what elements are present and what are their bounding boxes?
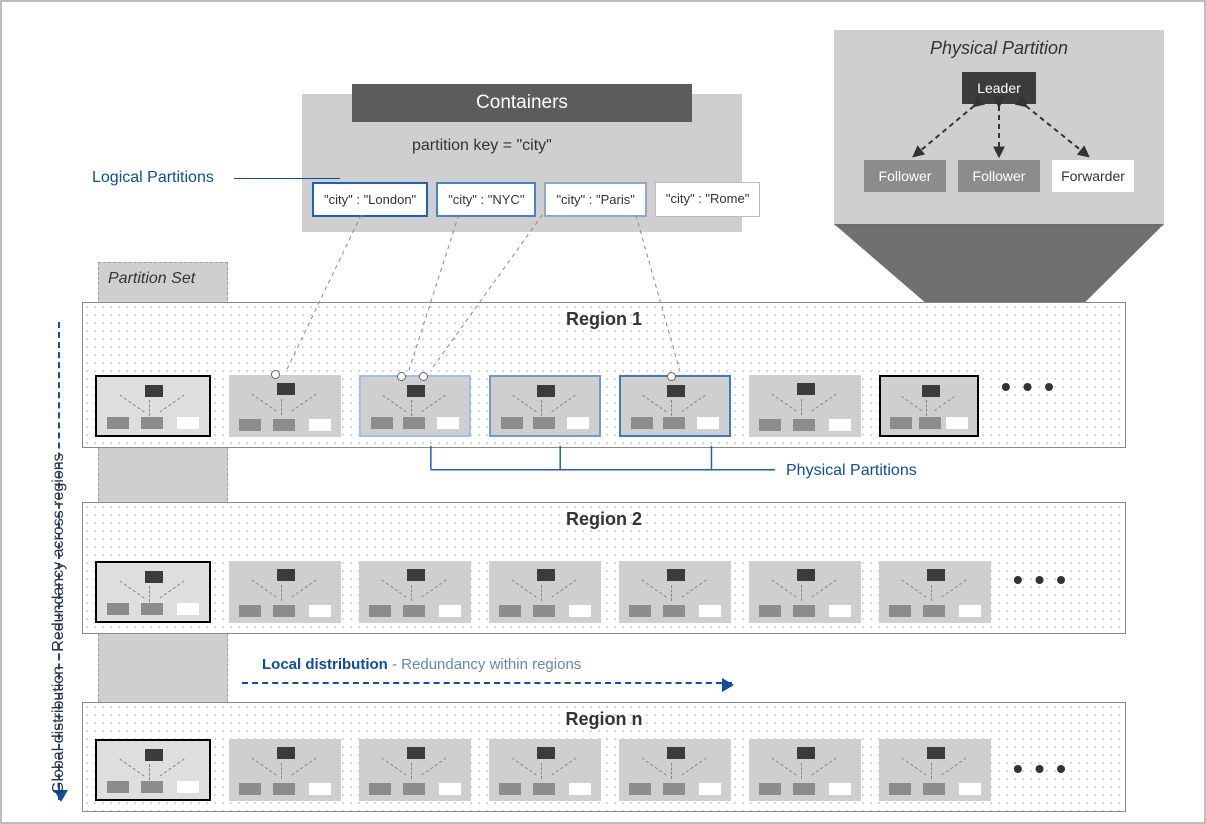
physical-partition-r2-6 bbox=[749, 561, 861, 623]
region-2: Region 2 • • • bbox=[82, 502, 1126, 634]
physical-partition-title: Physical Partition bbox=[834, 38, 1164, 59]
global-distribution-label: Global distribution - Redundancy across … bbox=[50, 453, 68, 794]
containers-header: Containers bbox=[352, 84, 692, 122]
physical-partition-r2-3 bbox=[359, 561, 471, 623]
physical-partition-r1-4 bbox=[489, 375, 601, 437]
physical-partition-r1-6 bbox=[749, 375, 861, 437]
forwarder-node: Forwarder bbox=[1052, 160, 1134, 192]
global-distribution-strong: Global distribution bbox=[50, 666, 67, 794]
physical-partition-r2-5 bbox=[619, 561, 731, 623]
partition-set-member-rn bbox=[95, 739, 211, 801]
physical-partitions-label: Physical Partitions bbox=[786, 462, 917, 480]
logical-partitions-label: Logical Partitions bbox=[92, 169, 214, 187]
physical-partition-callout: Physical Partition Leader Follower Follo… bbox=[834, 30, 1164, 226]
logical-partition-row: "city" : "London" "city" : "NYC" "city" … bbox=[312, 182, 760, 217]
physical-partition-rn-6 bbox=[749, 739, 861, 801]
physical-partition-rn-2 bbox=[229, 739, 341, 801]
partition-set-label: Partition Set bbox=[108, 270, 195, 288]
physical-partition-rn-5 bbox=[619, 739, 731, 801]
physical-partition-rn-7 bbox=[879, 739, 991, 801]
follower-node-2: Follower bbox=[958, 160, 1040, 192]
local-distribution-strong: Local distribution bbox=[262, 656, 388, 673]
city-london: "city" : "London" bbox=[312, 182, 428, 217]
physical-partition-rn-4 bbox=[489, 739, 601, 801]
local-distribution-label: Local distribution - Redundancy within r… bbox=[262, 656, 581, 673]
physical-partition-r1-3 bbox=[359, 375, 471, 437]
region-1: Region 1 • • • bbox=[82, 302, 1126, 448]
more-partitions-rn: • • • bbox=[1013, 753, 1068, 785]
leader-node: Leader bbox=[962, 72, 1036, 104]
physical-partition-r1-2 bbox=[229, 375, 341, 437]
physical-partition-rn-3 bbox=[359, 739, 471, 801]
follower-node-1: Follower bbox=[864, 160, 946, 192]
region-n: Region n • • • bbox=[82, 702, 1126, 812]
region-2-title: Region 2 bbox=[83, 509, 1125, 530]
partition-key-text: partition key = "city" bbox=[412, 137, 552, 155]
logical-partitions-leader-line bbox=[234, 178, 340, 179]
physical-partition-r2-2 bbox=[229, 561, 341, 623]
city-rome: "city" : "Rome" bbox=[655, 182, 760, 217]
region-n-title: Region n bbox=[83, 709, 1125, 730]
local-distribution-sub: - Redundancy within regions bbox=[388, 656, 581, 673]
diagram-frame: Containers partition key = "city" "city"… bbox=[0, 0, 1206, 824]
local-distribution-arrow bbox=[242, 682, 732, 684]
region-1-title: Region 1 bbox=[83, 309, 1125, 330]
physical-partition-r1-7-zoomed bbox=[879, 375, 979, 437]
physical-partition-arrows bbox=[834, 30, 1164, 226]
physical-partition-r2-4 bbox=[489, 561, 601, 623]
global-distribution-sub: - Redundancy across regions bbox=[50, 453, 67, 666]
physical-partition-r1-5 bbox=[619, 375, 731, 437]
city-nyc: "city" : "NYC" bbox=[436, 182, 536, 217]
partition-set-member-r2 bbox=[95, 561, 211, 623]
city-paris: "city" : "Paris" bbox=[544, 182, 646, 217]
more-partitions-r1: • • • bbox=[1001, 371, 1056, 403]
partition-set-member-r1 bbox=[95, 375, 211, 437]
more-partitions-r2: • • • bbox=[1013, 564, 1068, 596]
physical-partition-r2-7 bbox=[879, 561, 991, 623]
